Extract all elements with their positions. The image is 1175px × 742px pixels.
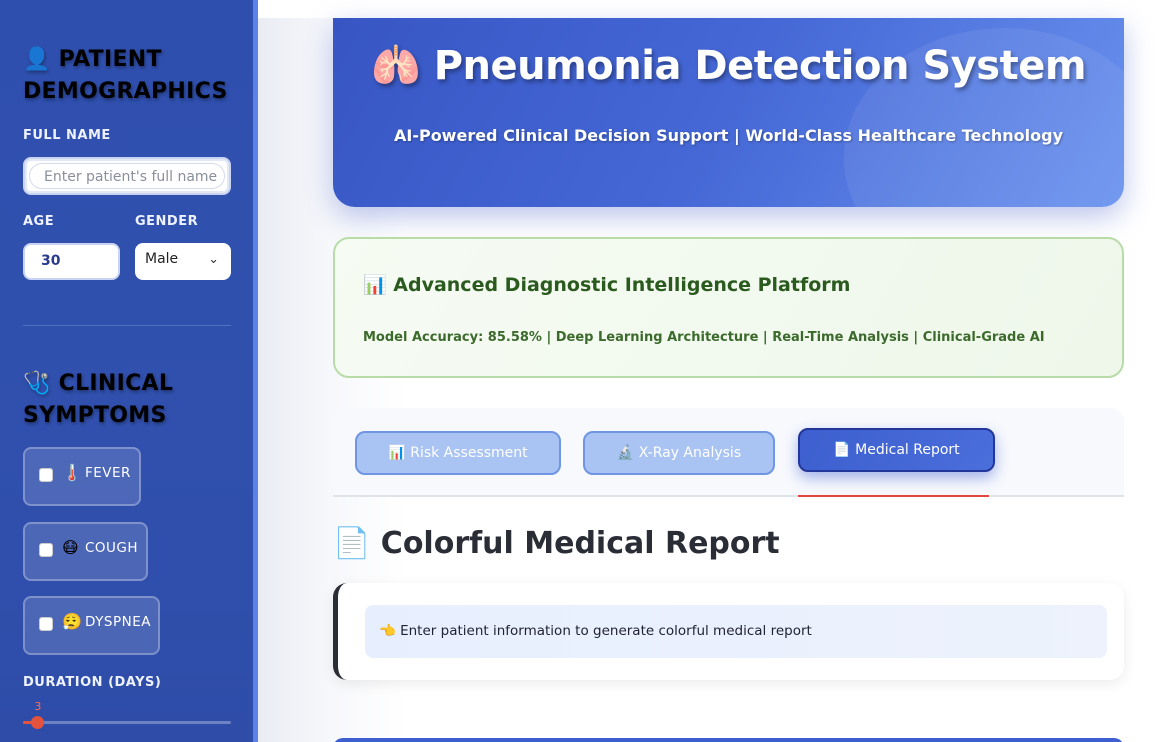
platform-info-title: 📊 Advanced Diagnostic Intelligence Platf… (363, 274, 851, 296)
gender-label: GENDER (135, 214, 199, 229)
symptom-dyspnea[interactable]: 😮‍💨 DYSPNEA (23, 596, 160, 655)
dyspnea-label: DYSPNEA (85, 614, 151, 630)
report-card: 👈 Enter patient information to generate … (333, 583, 1124, 680)
patient-demographics-heading: 👤 PATIENT DEMOGRAPHICS (23, 47, 228, 104)
platform-info-details: Model Accuracy: 85.58% | Deep Learning A… (363, 330, 1045, 345)
duration-label: DURATION (DAYS) (23, 675, 162, 690)
full-name-placeholder[interactable]: Enter patient's full name (29, 163, 225, 189)
chevron-down-icon: ⌄ (208, 252, 219, 267)
mask-face-icon: 😷 (62, 538, 79, 557)
symptom-fever[interactable]: 🌡️ FEVER (23, 447, 141, 506)
fever-label: FEVER (85, 465, 131, 481)
report-section-title: 📄 Colorful Medical Report (333, 526, 780, 561)
cough-label: COUGH (85, 540, 139, 556)
cough-checkbox[interactable] (39, 543, 53, 557)
tab-risk-assessment[interactable]: 📊 Risk Assessment (355, 431, 561, 475)
duration-slider-track[interactable] (23, 721, 231, 724)
page-title: 🫁 Pneumonia Detection System (370, 43, 1087, 89)
platform-info-card: 📊 Advanced Diagnostic Intelligence Platf… (333, 237, 1124, 378)
gender-selected-value: Male (145, 251, 179, 267)
top-toolbar (258, 0, 1175, 18)
clinical-symptoms-heading: 🩺 CLINICAL SYMPTOMS (23, 371, 174, 428)
fever-checkbox[interactable] (39, 468, 53, 482)
gender-select[interactable]: Male ⌄ (135, 243, 231, 280)
age-input[interactable]: 30 (23, 243, 120, 280)
report-info-message: 👈 Enter patient information to generate … (365, 605, 1107, 658)
tab-xray-analysis[interactable]: 🔬 X-Ray Analysis (583, 431, 775, 475)
dyspnea-checkbox[interactable] (39, 617, 53, 631)
age-label: AGE (23, 214, 55, 229)
thermometer-icon: 🌡️ (62, 463, 82, 482)
active-tab-indicator (798, 495, 989, 497)
exhale-face-icon: 😮‍💨 (62, 612, 82, 631)
symptom-cough[interactable]: 😷 COUGH (23, 522, 148, 581)
header-banner: 🫁 Pneumonia Detection System AI-Powered … (333, 18, 1124, 207)
page-subtitle: AI-Powered Clinical Decision Support | W… (393, 126, 1063, 145)
tabs-divider (333, 495, 1124, 497)
full-name-field[interactable]: Enter patient's full name (23, 157, 231, 195)
next-section-edge (333, 738, 1124, 742)
sidebar-divider (23, 325, 231, 326)
duration-value: 3 (34, 700, 42, 713)
tab-medical-report[interactable]: 📄 Medical Report (798, 428, 995, 472)
full-name-label: FULL NAME (23, 128, 111, 143)
